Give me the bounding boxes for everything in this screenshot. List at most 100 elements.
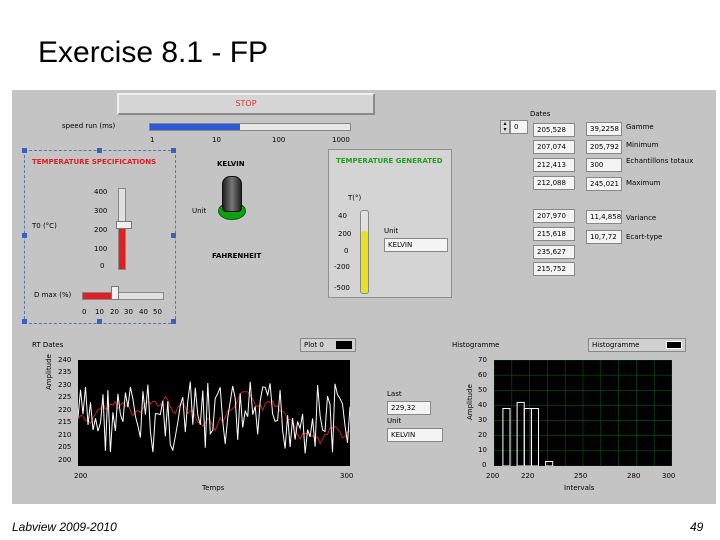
date-value: 207,074: [533, 140, 575, 154]
last-unit-value: KELVIN: [387, 428, 443, 442]
gen-unit-value: KELVIN: [384, 238, 448, 252]
t0-slider-fill: [119, 225, 125, 269]
t0-label: T0 (°C): [32, 222, 57, 230]
thermometer-fill: [361, 231, 368, 293]
rt-ytick: 200: [58, 456, 72, 464]
stat-value: 10,7,72: [586, 230, 622, 244]
hist-ytick: 50: [478, 386, 487, 394]
thermo-tick: 0: [344, 247, 349, 255]
date-value: 215,618: [533, 227, 575, 241]
stat-value: 39,2258: [586, 122, 622, 136]
hist-ytick: 10: [478, 446, 487, 454]
hist-xtick: 280: [627, 472, 641, 480]
last-value: 229,32: [387, 401, 431, 415]
speed-label: speed run (ms): [62, 122, 116, 130]
rt-ytick: 210: [58, 431, 72, 439]
t0-tick: 200: [94, 226, 108, 234]
histogram-bar: [523, 408, 532, 467]
date-value: 207,970: [533, 209, 575, 223]
rt-plot-legend[interactable]: Plot 0: [300, 338, 356, 352]
selection-handle: [171, 148, 176, 153]
date-value: 205,528: [533, 123, 575, 137]
dtmax-tick: 30: [124, 308, 133, 316]
rt-xtick: 200: [74, 472, 88, 480]
t0-tick: 300: [94, 207, 108, 215]
histogram-legend-label: Histogramme: [592, 341, 640, 349]
unit-toggle-switch[interactable]: [222, 176, 242, 212]
unit-switch-label: Unit: [192, 207, 207, 215]
date-value: 212,088: [533, 176, 575, 190]
thermo-tick: -500: [334, 284, 350, 292]
t0-tick: 400: [94, 188, 108, 196]
dtmax-tick: 40: [139, 308, 148, 316]
histogram-plot: [493, 359, 673, 467]
footer-left: Labview 2009-2010: [12, 520, 117, 534]
histogram-bar: [516, 401, 525, 467]
rt-ytick: 235: [58, 368, 72, 376]
t0-tick: 0: [100, 262, 105, 270]
slide-number: 49: [690, 520, 704, 534]
rt-ytick: 220: [58, 406, 72, 414]
speed-slider[interactable]: [149, 123, 351, 131]
dates-index-input[interactable]: 0: [510, 120, 528, 134]
histogram-bar: [545, 461, 554, 467]
dtmax-label: D max (%): [34, 291, 72, 299]
dates-label: Dates: [530, 110, 551, 118]
temp-spec-title: TEMPERATURE SPECIFICATIONS: [32, 158, 157, 166]
hist-ytick: 0: [482, 461, 487, 469]
hist-ytick: 70: [478, 356, 487, 364]
stat-label: Echantillons totaux: [626, 157, 694, 165]
rt-graph-xlabel: Temps: [202, 484, 225, 492]
rt-graph-svg: [77, 381, 351, 454]
selection-handle: [97, 319, 102, 324]
selection-handle: [171, 233, 176, 238]
last-label: Last: [387, 390, 402, 398]
rt-graph-title: RT Dates: [32, 341, 64, 349]
hist-xtick: 220: [521, 472, 535, 480]
histogram-svg: [493, 359, 673, 467]
dtmax-tick: 20: [110, 308, 119, 316]
kelvin-label: KELVIN: [217, 160, 245, 168]
histogram-title: Histogramme: [452, 341, 500, 349]
dtmax-slider-thumb[interactable]: [111, 286, 119, 300]
dtmax-tick: 50: [153, 308, 162, 316]
stat-label: Maximum: [626, 179, 661, 187]
hist-ytick: 30: [478, 416, 487, 424]
speed-tick-100: 100: [272, 136, 286, 144]
dtmax-tick: 10: [95, 308, 104, 316]
dtmax-slider[interactable]: [82, 292, 164, 300]
stop-button[interactable]: STOP: [117, 93, 375, 115]
date-value: 215,752: [533, 262, 575, 276]
front-panel: STOP speed run (ms) 1 10 100 1000 TEMPER…: [12, 90, 716, 504]
stat-value: 300: [586, 158, 622, 172]
slide-title: Exercise 8.1 - FP: [38, 36, 269, 69]
temp-gen-panel: [328, 149, 452, 298]
stat-value: 11,4,858: [586, 210, 622, 224]
dtmax-tick: 0: [82, 308, 87, 316]
rt-graph-plot: [77, 360, 351, 466]
thermo-tick: -200: [334, 263, 350, 271]
hist-ytick: 60: [478, 371, 487, 379]
plot-legend-swatch: [336, 341, 352, 349]
t0-slider[interactable]: [118, 188, 126, 270]
selection-handle: [22, 148, 27, 153]
stat-label: Variance: [626, 214, 657, 222]
dates-index-stepper[interactable]: ▴ ▾: [500, 120, 510, 134]
rt-ytick: 230: [58, 381, 72, 389]
fahrenheit-label: FAHRENHEIT: [212, 252, 262, 260]
stat-label: Gamme: [626, 123, 654, 131]
stat-value: 245,021: [586, 177, 622, 191]
histogram-xlabel: Intervals: [564, 484, 595, 492]
temp-gen-t-label: T(°): [348, 194, 362, 202]
selection-handle: [22, 319, 27, 324]
rt-series-white: [77, 381, 351, 454]
thermometer: [360, 210, 369, 294]
histogram-legend-swatch: [666, 341, 682, 349]
t0-slider-thumb[interactable]: [116, 221, 132, 229]
histogram-legend[interactable]: Histogramme: [588, 338, 686, 352]
rt-graph-ylabel: Amplitude: [45, 354, 53, 390]
stat-label: Ecart-type: [626, 233, 663, 241]
date-value: 212,413: [533, 158, 575, 172]
rt-plot-legend-label: Plot 0: [304, 341, 324, 349]
gen-unit-label: Unit: [384, 227, 399, 235]
